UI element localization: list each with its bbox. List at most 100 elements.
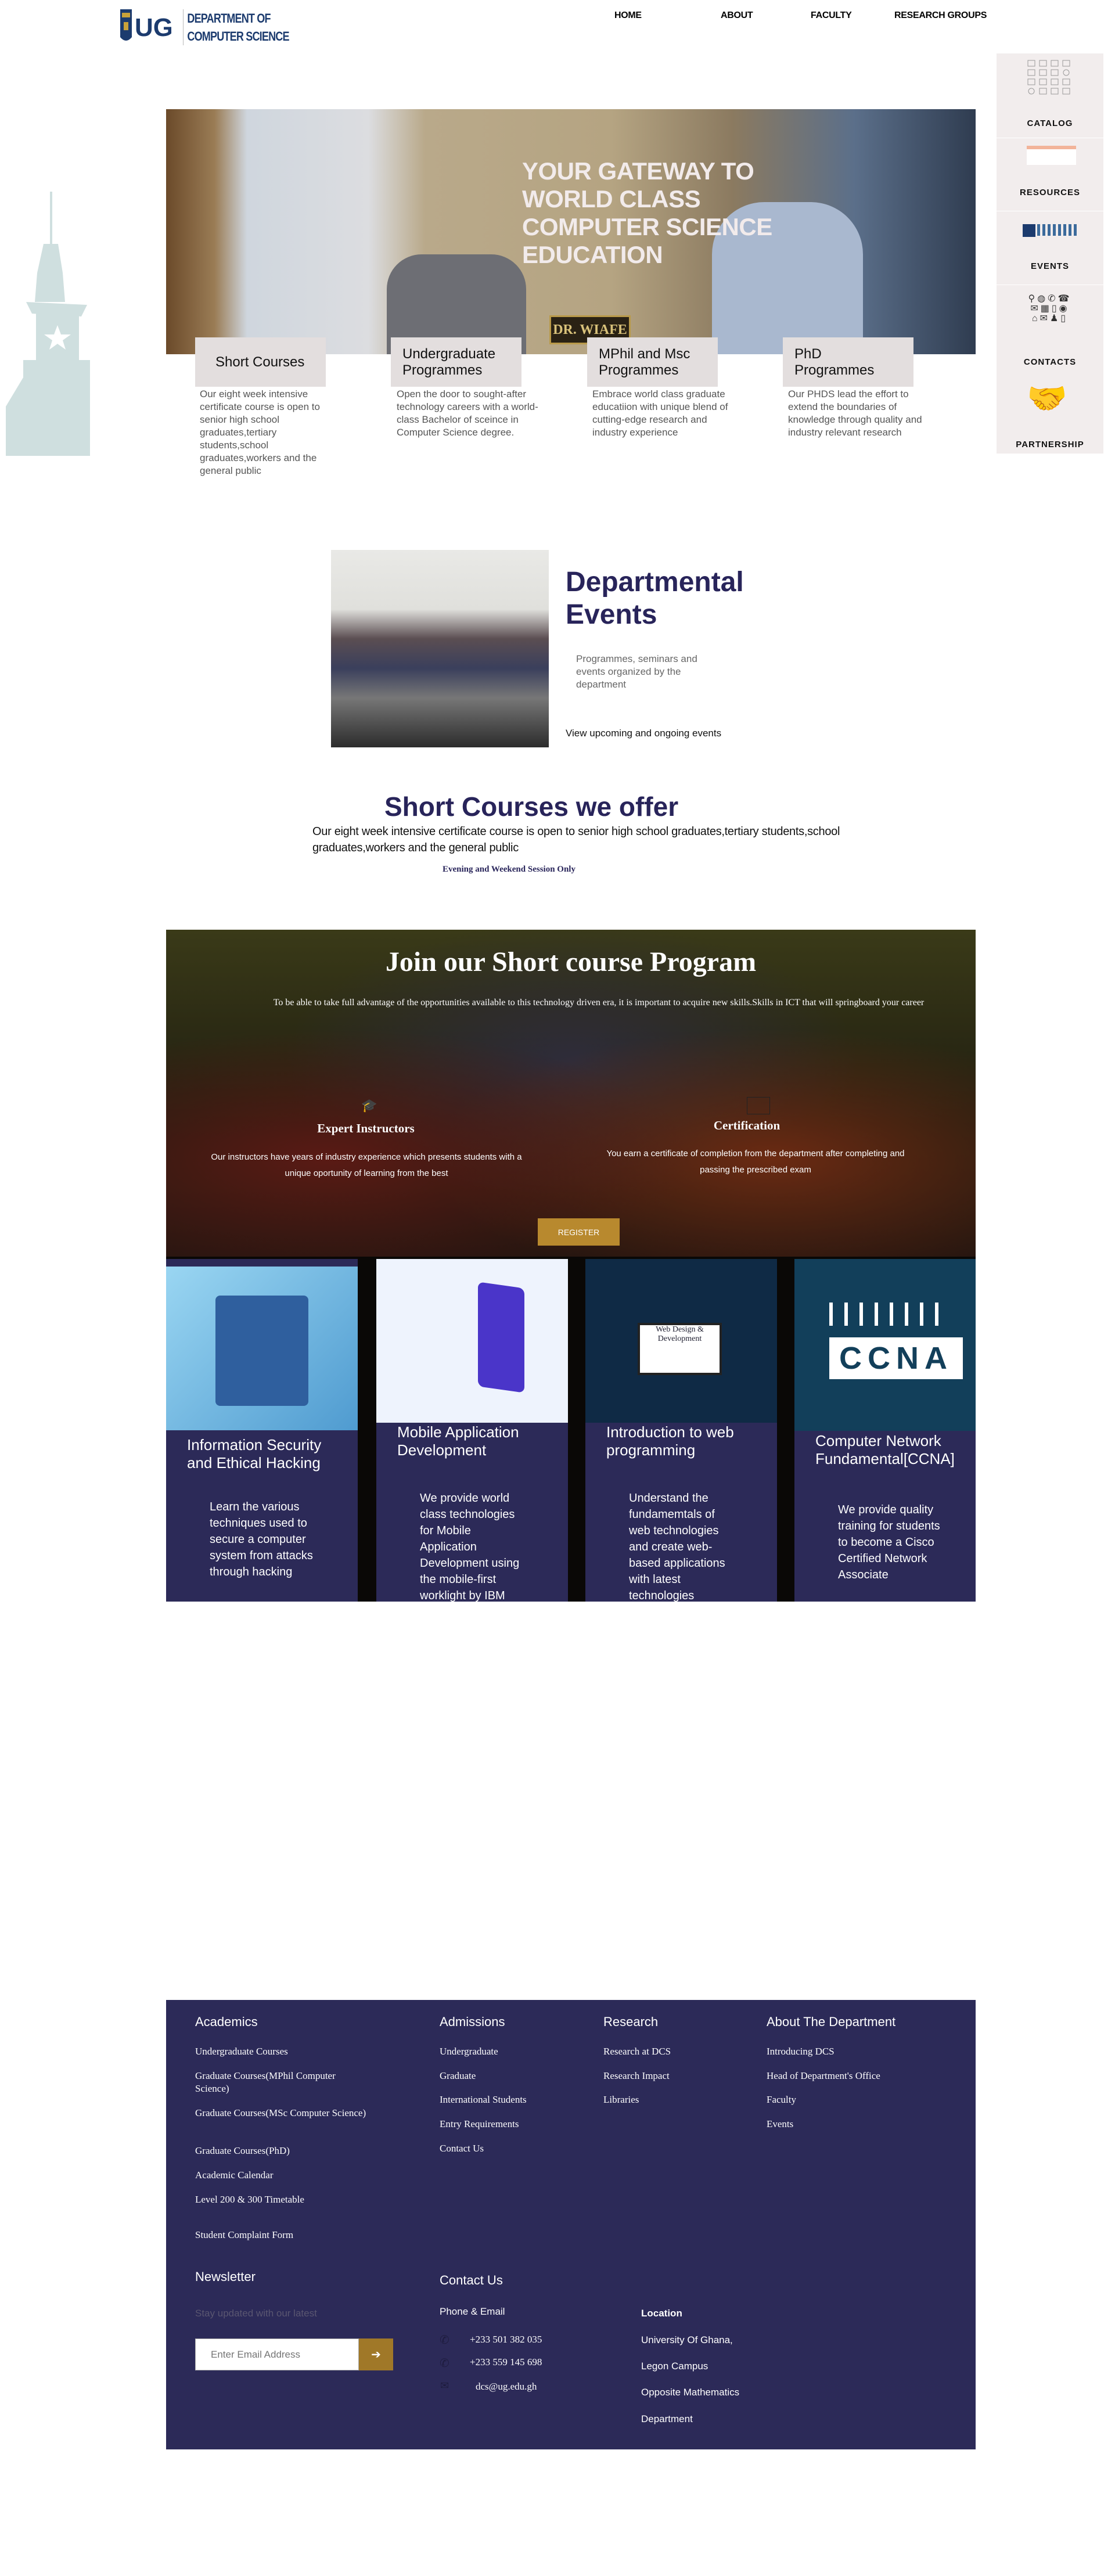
logo-ug-text: UG	[135, 13, 171, 42]
ccna-illustration: CCNA	[794, 1259, 976, 1431]
footer-link[interactable]: Undergraduate	[440, 2045, 614, 2058]
footer-link[interactable]: Graduate Courses(MSc Computer Science)	[195, 2107, 369, 2120]
programme-desc: Open the door to sought-after technology…	[397, 388, 538, 438]
programme-card-undergraduate[interactable]: Undergraduate Programmes	[391, 337, 521, 387]
events-icons-grid-icon	[1037, 224, 1078, 236]
catalog-icons-icon	[1027, 60, 1070, 95]
newsletter-desc: Stay updated with our latest	[195, 2308, 317, 2319]
register-button[interactable]: REGISTER	[538, 1218, 620, 1246]
email-icon: ✉	[440, 2380, 449, 2391]
short-courses-desc: Our eight week intensive certificate cou…	[312, 825, 840, 854]
phone-icon: ✆	[440, 2334, 449, 2347]
footer-link[interactable]: Graduate	[440, 2070, 614, 2082]
course-desc: Understand the fundamemtals of web techn…	[629, 1492, 725, 1602]
footer-link[interactable]: Faculty	[767, 2093, 941, 2106]
view-events-link[interactable]: View upcoming and ongoing events	[566, 728, 721, 739]
programme-card-mphil-msc[interactable]: MPhil and Msc Programmes	[587, 337, 718, 387]
programme-desc: Embrace world class graduate educatiion …	[592, 388, 728, 438]
course-title: Information Security and Ethical Hacking	[187, 1436, 322, 1472]
footer-link[interactable]: Level 200 & 300 Timetable	[195, 2193, 369, 2206]
newsletter-submit-button[interactable]: ➔	[359, 2338, 393, 2370]
hero-banner: DR. WIAFE YOUR GATEWAY TO WORLD CLASS CO…	[166, 109, 976, 354]
location-line: Department	[641, 2413, 693, 2424]
footer-link[interactable]: Events	[767, 2118, 941, 2131]
ccna-logo-text: CCNA	[829, 1337, 963, 1379]
sidebar-label: PARTNERSHIP	[1016, 440, 1084, 449]
web-design-illustration: Web Design & Development	[585, 1259, 777, 1423]
feature-title: Certification	[713, 1118, 780, 1132]
course-title: Computer Network Fundamental[CCNA]	[815, 1432, 955, 1467]
security-illustration	[166, 1267, 358, 1430]
course-card-mobile[interactable]: Mobile Application Development We provid…	[376, 1259, 568, 1602]
resources-icon	[1027, 146, 1076, 165]
sidebar-item-contacts[interactable]: ⚲◍✆☎ ✉▦▯◉ ⌂✉♟▯ CONTACTS 🤝 PARTNERSHIP	[997, 285, 1103, 454]
clock-tower-illustration	[6, 192, 90, 456]
footer-heading: Research	[603, 2014, 659, 2029]
course-title: Mobile Application Development	[397, 1423, 519, 1459]
sidebar-item-catalog[interactable]: CATALOG	[997, 53, 1103, 138]
programme-title: Short Courses	[215, 354, 305, 370]
sidebar-item-partnership[interactable]: 🤝 PARTNERSHIP	[997, 372, 1103, 454]
footer-link[interactable]: Undergraduate Courses	[195, 2045, 369, 2058]
course-card-security[interactable]: Information Security and Ethical Hacking…	[166, 1259, 358, 1602]
course-desc: Learn the various techniques used to sec…	[210, 1501, 313, 1578]
site-footer: Academics Undergraduate Courses Graduate…	[166, 2000, 976, 2449]
session-note: Evening and Weekend Session Only	[443, 865, 576, 874]
nav-about[interactable]: ABOUT	[721, 10, 753, 21]
footer-link[interactable]: Head of Department's Office	[767, 2070, 941, 2082]
footer-link[interactable]: Graduate Courses(MPhil Computer Science)	[195, 2070, 369, 2095]
footer-link[interactable]: Libraries	[603, 2093, 778, 2106]
certificate-icon	[747, 1097, 770, 1114]
course-title: Introduction to web programming	[606, 1423, 734, 1459]
footer-link[interactable]: Research at DCS	[603, 2045, 778, 2058]
footer-link[interactable]: Introducing DCS	[767, 2045, 941, 2058]
mobile-app-illustration	[376, 1259, 568, 1423]
location-line: University Of Ghana,	[641, 2334, 733, 2345]
ug-crest-logo[interactable]: UG	[119, 8, 171, 48]
events-icon	[1023, 224, 1035, 237]
events-title: Departmental Events	[566, 567, 744, 630]
nav-research-groups[interactable]: RESEARCH GROUPS	[894, 10, 987, 21]
footer-link[interactable]: Contact Us	[440, 2142, 614, 2155]
phone-link[interactable]: +233 501 382 035	[470, 2334, 542, 2345]
newsletter-heading: Newsletter	[195, 2269, 256, 2284]
footer-heading: Admissions	[440, 2014, 505, 2029]
sidebar-item-resources[interactable]: RESOURCES	[997, 138, 1103, 211]
footer-link[interactable]: Academic Calendar	[195, 2169, 369, 2182]
footer-heading: About The Department	[767, 2014, 896, 2029]
footer-link[interactable]: Student Complaint Form	[195, 2229, 369, 2242]
folder-lock-icon	[215, 1296, 308, 1406]
quick-links-sidebar: CATALOG RESOURCES EVENTS ⚲◍✆☎ ✉▦▯◉ ⌂✉♟▯ CO…	[997, 53, 1103, 454]
footer-link[interactable]: Graduate Courses(PhD)	[195, 2145, 369, 2157]
contact-icons-icon: ⚲◍✆☎ ✉▦▯◉ ⌂✉♟▯	[1028, 294, 1072, 323]
sidebar-item-events[interactable]: EVENTS	[997, 211, 1103, 285]
programme-desc: Our PHDS lead the effort to extend the b…	[788, 388, 922, 438]
newsletter-email-input[interactable]	[195, 2338, 359, 2370]
events-photo	[331, 550, 549, 747]
nav-home[interactable]: HOME	[614, 10, 642, 21]
footer-link[interactable]: International Students	[440, 2093, 614, 2106]
footer-heading: Academics	[195, 2014, 258, 2029]
join-title: Join our Short course Program	[385, 947, 757, 977]
footer-link[interactable]: Entry Requirements	[440, 2118, 614, 2131]
nav-faculty[interactable]: FACULTY	[811, 10, 852, 21]
programme-title: PhD Programmes	[794, 346, 875, 378]
sidebar-label: CONTACTS	[1023, 357, 1077, 367]
email-link[interactable]: dcs@ug.edu.gh	[476, 2381, 537, 2392]
phone-email-heading: Phone & Email	[440, 2306, 505, 2317]
graduation-cap-icon: 🎓	[361, 1098, 377, 1113]
course-card-ccna[interactable]: CCNA Computer Network Fundamental[CCNA] …	[794, 1259, 976, 1602]
programme-card-short-courses[interactable]: Short Courses	[195, 337, 326, 387]
department-name[interactable]: DEPARTMENT OF COMPUTER SCIENCE	[183, 9, 290, 45]
cisco-bars-icon	[829, 1303, 945, 1326]
phone-icon	[478, 1282, 524, 1393]
phone-link[interactable]: +233 559 145 698	[470, 2356, 542, 2368]
footer-link[interactable]: Research Impact	[603, 2070, 778, 2082]
course-card-web[interactable]: Web Design & Development Introduction to…	[585, 1259, 777, 1602]
feature-desc: Our instructors have years of industry e…	[211, 1152, 522, 1178]
join-background-photo	[166, 930, 976, 1257]
sidebar-label: RESOURCES	[1019, 188, 1081, 197]
location-line: Legon Campus	[641, 2361, 708, 2372]
programme-desc: Our eight week intensive certificate cou…	[200, 388, 320, 476]
programme-card-phd[interactable]: PhD Programmes	[783, 337, 913, 387]
